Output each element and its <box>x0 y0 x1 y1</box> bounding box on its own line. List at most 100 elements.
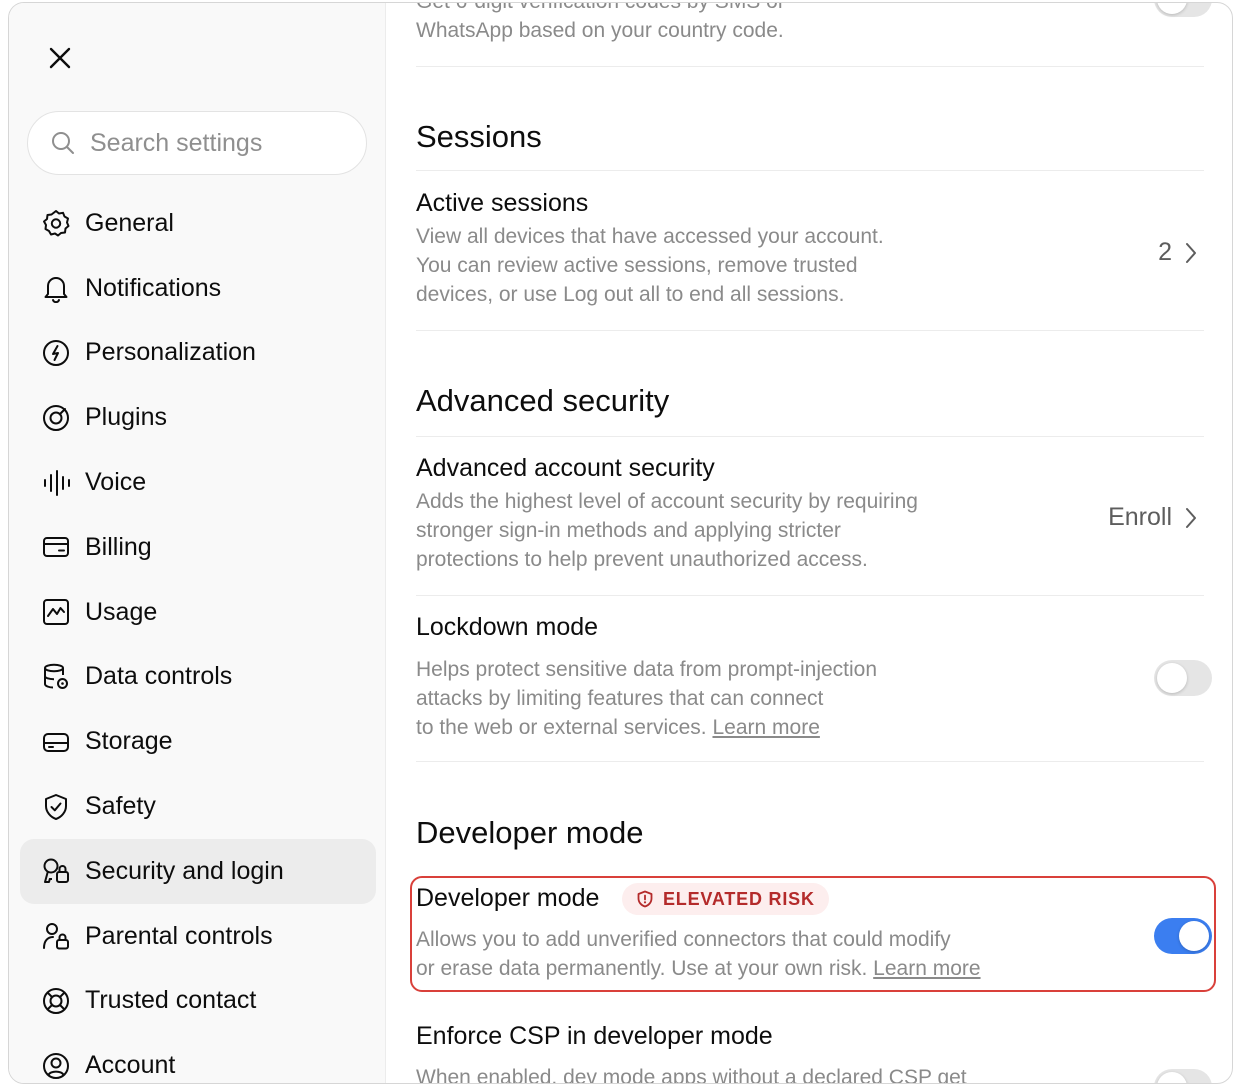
sidebar-item-account[interactable]: Account <box>20 1033 376 1083</box>
toggle-knob <box>1179 921 1209 951</box>
sidebar-item-data-controls[interactable]: Data controls <box>20 645 376 710</box>
lockdown-mode-toggle[interactable] <box>1154 660 1212 696</box>
sidebar-item-label: Safety <box>85 792 156 821</box>
lockdown-mode-description: Helps protect sensitive data from prompt… <box>416 655 1016 742</box>
sidebar-item-voice[interactable]: Voice <box>20 450 376 515</box>
developer-mode-toggle[interactable] <box>1154 918 1212 954</box>
voice-waveform-icon <box>40 467 72 499</box>
chevron-right-icon <box>1186 507 1196 528</box>
session-count: 2 <box>1158 238 1172 266</box>
divider <box>416 170 1204 171</box>
divider <box>416 330 1204 331</box>
description-line: When enabled, dev mode apps without a de… <box>416 1066 967 1084</box>
advanced-account-security-description: Adds the highest level of account securi… <box>416 487 1016 574</box>
lockdown-mode-title: Lockdown mode <box>416 613 599 641</box>
gear-icon <box>40 207 72 239</box>
settings-sidebar: General Notifications Personalization Pl… <box>9 3 386 1083</box>
enforce-csp-title: Enforce CSP in developer mode <box>416 1022 773 1050</box>
description-line: or erase data permanently. Use at your o… <box>416 954 1056 983</box>
close-button[interactable] <box>42 40 78 76</box>
sidebar-item-label: Trusted contact <box>85 986 257 1015</box>
sidebar-item-label: Security and login <box>85 856 284 885</box>
description-line: devices, or use Log out all to end all s… <box>416 283 845 306</box>
storage-drive-icon <box>40 726 72 758</box>
description-text: to the web or external services. <box>416 716 707 739</box>
credit-card-icon <box>40 531 72 563</box>
description-line: protections to help prevent unauthorized… <box>416 548 868 571</box>
sms-verification-toggle[interactable] <box>1154 3 1212 17</box>
description-line: to the web or external services. Learn m… <box>416 713 1016 742</box>
sidebar-item-safety[interactable]: Safety <box>20 774 376 839</box>
user-circle-icon <box>40 1050 72 1082</box>
toggle-knob <box>1157 3 1187 14</box>
divider <box>416 595 1204 596</box>
plugins-icon <box>40 402 72 434</box>
active-sessions-description: View all devices that have accessed your… <box>416 222 976 309</box>
sidebar-item-personalization[interactable]: Personalization <box>20 321 376 386</box>
sidebar-item-parental-controls[interactable]: Parental controls <box>20 904 376 969</box>
active-sessions-row[interactable]: Active sessions View all devices that ha… <box>416 189 1204 317</box>
settings-nav: General Notifications Personalization Pl… <box>20 191 376 1083</box>
close-icon <box>49 47 71 69</box>
sidebar-item-label: General <box>85 208 174 237</box>
sidebar-item-label: Parental controls <box>85 921 273 950</box>
learn-more-link[interactable]: Learn more <box>712 716 819 739</box>
badge-label: ELEVATED RISK <box>663 888 815 909</box>
elevated-risk-badge: ELEVATED RISK <box>622 883 829 915</box>
key-lock-icon <box>40 855 72 887</box>
enroll-button[interactable]: Enroll <box>1108 503 1198 532</box>
sidebar-item-storage[interactable]: Storage <box>20 709 376 774</box>
description-line: You can review active sessions, remove t… <box>416 254 858 277</box>
description-line: Get 6-digit verification codes by SMS or <box>416 3 1036 16</box>
sidebar-item-trusted-contact[interactable]: Trusted contact <box>20 969 376 1034</box>
enforce-csp-toggle[interactable] <box>1154 1069 1212 1083</box>
sidebar-item-security-and-login[interactable]: Security and login <box>20 838 376 904</box>
shield-check-icon <box>40 791 72 823</box>
sidebar-item-label: Voice <box>85 468 147 497</box>
description-line: Adds the highest level of account securi… <box>416 490 918 513</box>
enforce-csp-row: Enforce CSP in developer mode When enabl… <box>416 1022 1204 1084</box>
toggle-knob <box>1157 1072 1187 1083</box>
developer-mode-description: Allows you to add unverified connectors … <box>416 925 1056 983</box>
search-input[interactable] <box>90 128 330 158</box>
active-sessions-count[interactable]: 2 <box>1158 238 1198 267</box>
bell-icon <box>40 272 72 304</box>
sidebar-item-label: Usage <box>85 597 158 626</box>
description-line: Allows you to add unverified connectors … <box>416 928 951 951</box>
description-line: WhatsApp based on your country code. <box>416 19 784 42</box>
sidebar-item-usage[interactable]: Usage <box>20 580 376 645</box>
settings-window: General Notifications Personalization Pl… <box>8 2 1233 1084</box>
sidebar-item-general[interactable]: General <box>20 191 376 256</box>
sidebar-item-label: Account <box>85 1051 176 1080</box>
sms-verification-description: Get 6-digit verification codes by SMS or… <box>416 3 1036 45</box>
shield-alert-icon <box>637 890 653 908</box>
database-gear-icon <box>40 661 72 693</box>
learn-more-link[interactable]: Learn more <box>873 957 980 980</box>
divider <box>416 66 1204 67</box>
description-line: Helps protect sensitive data from prompt… <box>416 658 878 681</box>
sidebar-item-notifications[interactable]: Notifications <box>20 256 376 321</box>
description-line: stronger sign-in methods and applying st… <box>416 519 841 542</box>
developer-mode-heading: Developer mode <box>416 815 644 850</box>
divider <box>416 436 1204 437</box>
lifebuoy-icon <box>40 985 72 1017</box>
divider <box>416 761 1204 762</box>
active-sessions-title: Active sessions <box>416 189 589 217</box>
enroll-label: Enroll <box>1108 503 1172 531</box>
sidebar-item-label: Storage <box>85 727 173 756</box>
usage-chart-icon <box>40 596 72 628</box>
sessions-heading: Sessions <box>416 119 542 154</box>
search-icon <box>52 132 74 154</box>
settings-content: Get 6-digit verification codes by SMS or… <box>410 3 1216 1084</box>
enforce-csp-description: When enabled, dev mode apps without a de… <box>416 1063 1056 1084</box>
advanced-security-heading: Advanced security <box>416 383 670 418</box>
sidebar-item-label: Personalization <box>85 338 256 367</box>
search-box[interactable] <box>27 111 367 175</box>
sidebar-item-label: Plugins <box>85 403 167 432</box>
sidebar-item-label: Billing <box>85 532 152 561</box>
sidebar-item-billing[interactable]: Billing <box>20 515 376 580</box>
personalization-icon <box>40 337 72 369</box>
sidebar-item-plugins[interactable]: Plugins <box>20 385 376 450</box>
advanced-account-security-row[interactable]: Advanced account security Adds the highe… <box>416 454 1204 584</box>
parent-lock-icon <box>40 920 72 952</box>
